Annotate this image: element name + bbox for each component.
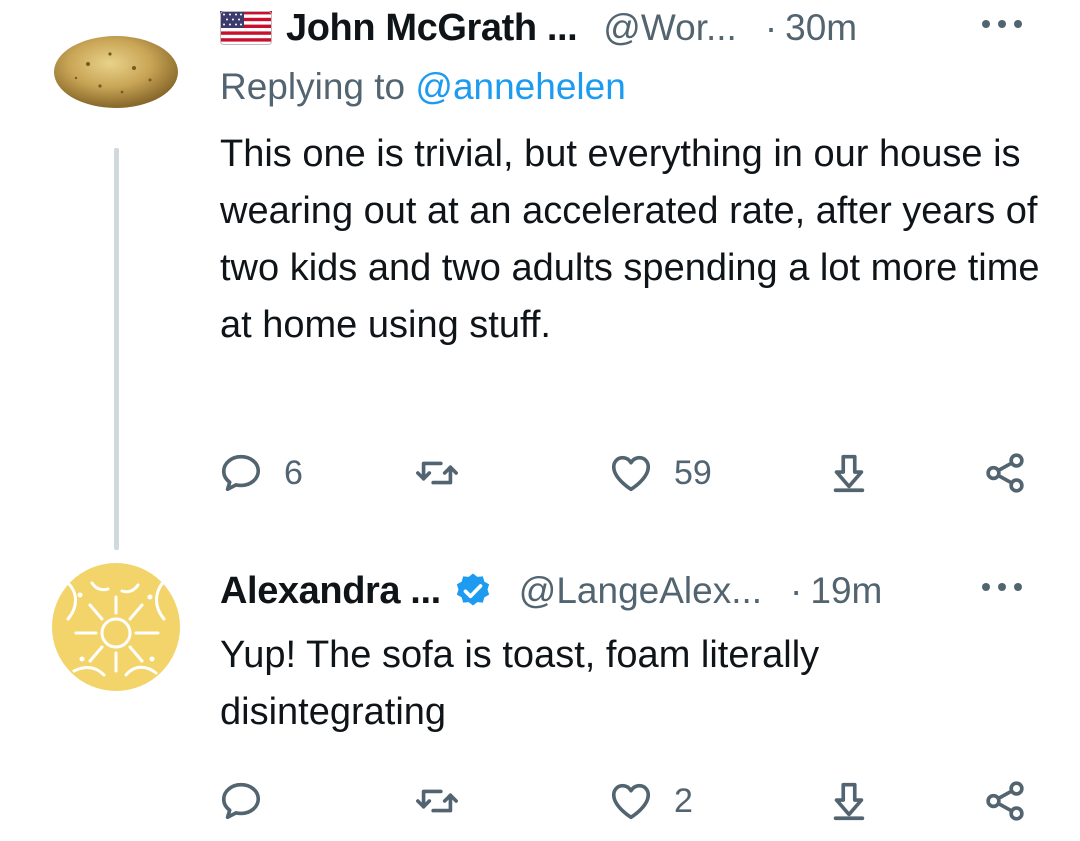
reply-icon xyxy=(221,782,261,820)
tweet[interactable]: Alexandra ... @LangeAlex... · 19m Yup! T… xyxy=(0,555,1080,841)
avatar[interactable] xyxy=(52,2,180,130)
more-options-icon[interactable] xyxy=(976,4,1028,44)
retweet-icon xyxy=(416,461,458,485)
author-name[interactable]: Alexandra ... xyxy=(220,570,441,613)
heart-icon xyxy=(611,783,651,820)
like-count: 2 xyxy=(674,781,693,820)
share-icon xyxy=(986,453,1024,493)
retweet-icon xyxy=(416,789,458,813)
reply-count: 6 xyxy=(284,453,303,492)
replying-prefix: Replying to xyxy=(220,66,406,107)
tweet[interactable]: John McGrath ... @Wor... · 30m Replying … xyxy=(0,0,1080,555)
like-button[interactable]: 2 xyxy=(608,773,693,829)
replying-mention-link[interactable]: @annehelen xyxy=(415,66,625,107)
like-count: 59 xyxy=(674,453,712,492)
potato-avatar-icon xyxy=(52,2,180,130)
tweet-text: This one is trivial, but everything in o… xyxy=(220,133,1040,346)
share-button[interactable] xyxy=(982,773,1028,829)
share-button[interactable] xyxy=(982,445,1028,501)
verified-badge-icon xyxy=(456,573,489,606)
download-button[interactable] xyxy=(826,773,872,829)
timestamp[interactable]: 30m xyxy=(785,7,857,49)
retweet-button[interactable] xyxy=(414,773,480,829)
tweet-actions: 6 59 xyxy=(218,445,1038,501)
thread-line xyxy=(114,148,119,550)
tweet-actions: 2 xyxy=(218,773,1038,829)
download-button[interactable] xyxy=(826,445,872,501)
tweet-text: Yup! The sofa is toast, foam literally d… xyxy=(220,634,820,733)
tweet-header: John McGrath ... @Wor... · 30m xyxy=(220,0,1080,56)
retweet-button[interactable] xyxy=(414,445,480,501)
like-button[interactable]: 59 xyxy=(608,445,712,501)
us-flag-icon xyxy=(220,11,272,45)
tweet-header: Alexandra ... @LangeAlex... · 19m xyxy=(220,563,1080,619)
timestamp[interactable]: 19m xyxy=(810,570,882,612)
reply-button[interactable] xyxy=(218,773,284,829)
more-options-icon[interactable] xyxy=(976,567,1028,607)
author-handle[interactable]: @LangeAlex... xyxy=(519,570,762,612)
share-icon xyxy=(986,781,1024,821)
reply-icon xyxy=(221,454,261,492)
author-handle[interactable]: @Wor... xyxy=(603,7,737,49)
download-arrow-icon xyxy=(833,454,865,493)
yellow-pattern-avatar-icon xyxy=(52,563,180,691)
avatar[interactable] xyxy=(52,563,180,691)
reply-button[interactable]: 6 xyxy=(218,445,303,501)
heart-icon xyxy=(611,455,651,492)
author-name[interactable]: John McGrath ... xyxy=(286,7,578,50)
download-arrow-icon xyxy=(833,782,865,821)
replying-to: Replying to @annehelen xyxy=(220,66,626,108)
separator-dot: · xyxy=(764,7,778,48)
separator-dot: · xyxy=(790,570,803,611)
